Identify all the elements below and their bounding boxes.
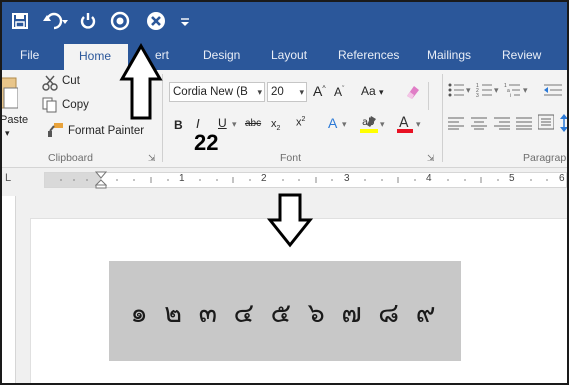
- bullets-icon[interactable]: [448, 82, 468, 103]
- decrease-indent-icon[interactable]: [544, 82, 562, 103]
- numbering-dropdown-icon[interactable]: ▾: [494, 85, 499, 96]
- horizontal-ruler[interactable]: 1 2 3 4 5 6: [44, 171, 567, 189]
- svg-text:i: i: [510, 93, 511, 98]
- paste-dropdown-icon[interactable]: ▾: [5, 128, 10, 139]
- clear-formatting-icon[interactable]: [404, 84, 420, 105]
- tab-references[interactable]: References: [338, 48, 399, 62]
- format-painter-button[interactable]: Format Painter: [68, 125, 144, 137]
- italic-icon[interactable]: I: [196, 116, 200, 131]
- align-left-icon[interactable]: [448, 116, 464, 135]
- font-launcher-icon[interactable]: ⇲: [427, 153, 435, 164]
- ruler-ticks: [60, 177, 548, 183]
- clipboard-group-label: Clipboard: [48, 152, 93, 164]
- font-size-annotation: 22: [194, 130, 219, 155]
- align-center-icon[interactable]: [471, 116, 487, 135]
- tab-mailings[interactable]: Mailings: [427, 48, 471, 62]
- ruler-number: 6: [559, 173, 565, 184]
- selected-text-block[interactable]: ๑ ๒ ๓ ๔ ๕ ๖ ๗ ๘ ๙: [109, 261, 461, 361]
- customize-toolbar-icon[interactable]: [178, 8, 192, 34]
- group-separator: [442, 74, 443, 162]
- ruler-number: 4: [426, 173, 432, 184]
- multilevel-list-icon[interactable]: 1ai: [504, 82, 524, 103]
- indent-marker-icon[interactable]: [95, 171, 107, 189]
- tab-home-label: Home: [79, 49, 112, 63]
- title-bar: [2, 2, 567, 42]
- font-color-dropdown-icon[interactable]: ▾: [416, 119, 421, 130]
- svg-text:A: A: [399, 115, 409, 131]
- clipboard-launcher-icon[interactable]: ⇲: [148, 153, 156, 164]
- bullets-dropdown-icon[interactable]: ▾: [466, 85, 471, 96]
- text-effects-dropdown-icon[interactable]: ▾: [342, 119, 347, 130]
- change-case-button[interactable]: Aa ▾: [361, 84, 384, 98]
- bold-icon[interactable]: B: [174, 118, 183, 132]
- group-separator: [428, 82, 429, 110]
- cut-icon[interactable]: [42, 75, 58, 96]
- tab-design[interactable]: Design: [203, 48, 240, 62]
- distributed-icon[interactable]: [537, 114, 555, 135]
- vertical-ruler[interactable]: [2, 196, 16, 383]
- ruler-number: 5: [509, 173, 515, 184]
- record-icon[interactable]: [108, 8, 132, 34]
- shrink-font-icon[interactable]: Aˇ: [334, 85, 344, 99]
- highlight-icon[interactable]: ab: [360, 114, 378, 139]
- copy-button[interactable]: Copy: [62, 99, 89, 111]
- format-painter-icon[interactable]: [48, 122, 64, 143]
- superscript-icon[interactable]: x2: [296, 116, 305, 129]
- chevron-down-icon: ▾: [257, 87, 262, 97]
- arrow-up-icon: [119, 43, 163, 120]
- ruler-number: 2: [261, 173, 267, 184]
- change-case-label: Aa: [361, 84, 376, 98]
- copy-icon[interactable]: [42, 97, 58, 118]
- chevron-down-icon: ▾: [299, 87, 304, 97]
- paragraph-group-label: Paragrapl: [523, 152, 569, 164]
- tab-stop-selector[interactable]: L: [5, 172, 11, 184]
- font-group-label: Font: [280, 152, 302, 164]
- multilevel-dropdown-icon[interactable]: ▾: [523, 85, 528, 96]
- strikethrough-button[interactable]: abc: [245, 118, 261, 129]
- font-name-value: Cordia New (B: [173, 86, 248, 98]
- highlight-dropdown-icon[interactable]: ▾: [380, 119, 385, 130]
- font-size-value: 20: [271, 86, 284, 98]
- text-effects-icon[interactable]: A: [328, 115, 337, 131]
- font-size-dropdown[interactable]: 20 ▾: [267, 82, 307, 102]
- thai-numerals-text: ๑ ๒ ๓ ๔ ๕ ๖ ๗ ๘ ๙: [130, 298, 440, 329]
- tab-layout[interactable]: Layout: [271, 48, 307, 62]
- grow-font-icon[interactable]: A^: [313, 83, 326, 99]
- ruler-number: 1: [179, 173, 185, 184]
- arrow-down-icon: [267, 193, 313, 248]
- ribbon: Paste ▾ Cut Copy Format Painter Clipboar…: [2, 70, 567, 168]
- paste-label[interactable]: Paste: [2, 114, 28, 126]
- tab-file[interactable]: File: [20, 48, 39, 62]
- font-name-dropdown[interactable]: Cordia New (B ▾: [169, 82, 265, 102]
- tab-review[interactable]: Review: [502, 48, 541, 62]
- underline-icon[interactable]: U: [218, 116, 227, 130]
- numbering-icon[interactable]: 123: [476, 82, 496, 103]
- word-window: File Home ert Design Layout References M…: [0, 0, 569, 385]
- undo-icon[interactable]: [42, 8, 70, 34]
- subscript-icon[interactable]: x2: [271, 118, 280, 132]
- ruler-number: 3: [344, 173, 350, 184]
- line-spacing-icon[interactable]: [560, 114, 567, 137]
- redo-icon[interactable]: [76, 8, 100, 34]
- font-color-icon[interactable]: A: [397, 114, 413, 139]
- align-right-icon[interactable]: [494, 116, 510, 135]
- save-icon[interactable]: [8, 8, 32, 34]
- paste-icon[interactable]: [2, 74, 19, 115]
- close-circle-icon[interactable]: [144, 8, 168, 34]
- cut-button[interactable]: Cut: [62, 75, 80, 87]
- justify-icon[interactable]: [516, 116, 532, 135]
- ribbon-tabs: File Home ert Design Layout References M…: [2, 42, 567, 70]
- underline-dropdown-icon[interactable]: ▾: [232, 119, 237, 130]
- svg-text:3: 3: [476, 93, 479, 98]
